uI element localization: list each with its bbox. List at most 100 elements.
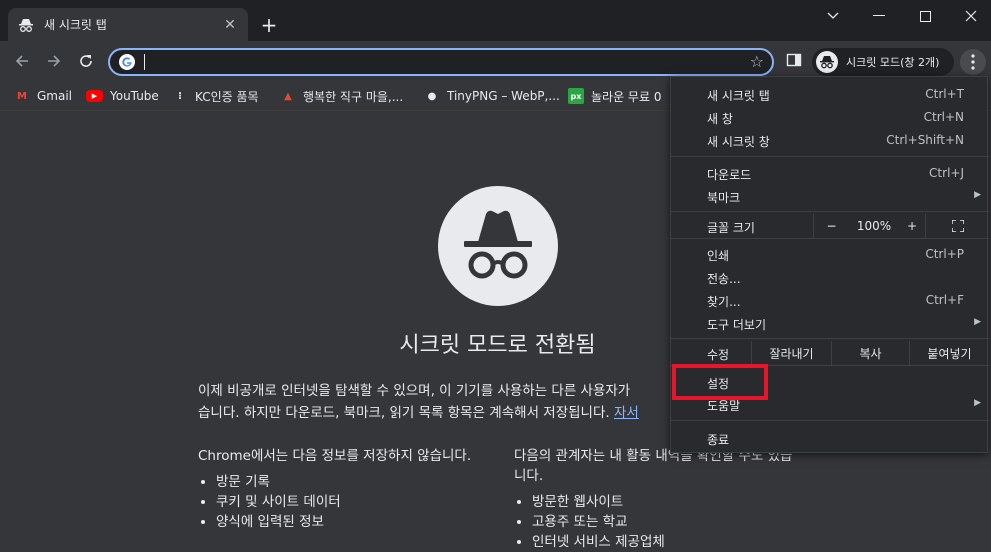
menu-separator bbox=[671, 211, 989, 212]
bookmark-gmail[interactable]: M Gmail bbox=[14, 86, 72, 106]
list-item: 쿠키 및 사이트 데이터 bbox=[216, 492, 478, 512]
page-title: 시크릿 모드로 전환됨 bbox=[399, 333, 596, 358]
intro-line-2: 습니다. 하지만 다운로드, 북마크, 읽기 목록 항목은 계속해서 저장됩니다… bbox=[198, 405, 610, 421]
chrome-menu-button[interactable] bbox=[960, 49, 986, 75]
menu-label: 새 시크릿 탭 bbox=[707, 89, 770, 103]
menu-item-find[interactable]: 찾기... Ctrl+F bbox=[671, 289, 989, 312]
menu-item-new-window[interactable]: 새 창 Ctrl+N bbox=[671, 106, 989, 129]
zoom-level: 100% bbox=[856, 219, 892, 233]
menu-item-print[interactable]: 인쇄 Ctrl+P bbox=[671, 243, 989, 266]
gmail-icon: M bbox=[17, 90, 27, 102]
tab-incognito[interactable]: 새 시크릿 탭 ✕ bbox=[8, 8, 248, 41]
incognito-hero-icon bbox=[438, 186, 558, 306]
bookmark-star-icon[interactable]: ☆ bbox=[750, 52, 764, 71]
list-item: 인터넷 서비스 제공업체 bbox=[532, 532, 794, 552]
fullscreen-icon[interactable] bbox=[925, 214, 989, 238]
menu-shortcut: Ctrl+Shift+N bbox=[886, 133, 964, 147]
jikgu-icon: ▲ bbox=[284, 90, 292, 102]
forward-button[interactable] bbox=[42, 49, 66, 73]
menu-shortcut: Ctrl+P bbox=[925, 247, 964, 261]
zoom-in-button[interactable]: + bbox=[899, 214, 925, 238]
menu-item-new-incognito-window[interactable]: 새 시크릿 창 Ctrl+Shift+N bbox=[671, 129, 989, 152]
menu-item-new-tab[interactable]: 새 시크릿 탭 Ctrl+T bbox=[671, 83, 989, 106]
menu-shortcut: Ctrl+T bbox=[925, 87, 964, 101]
bookmark-label: YouTube bbox=[110, 89, 159, 103]
menu-label: 찾기... bbox=[707, 295, 741, 309]
close-window-button[interactable] bbox=[948, 0, 991, 32]
menu-label: 새 창 bbox=[707, 112, 733, 126]
bookmark-label: 놀라운 무료 0 bbox=[591, 89, 662, 104]
menu-shortcut: Ctrl+J bbox=[929, 166, 964, 180]
list-item: 방문한 웹사이트 bbox=[532, 492, 794, 512]
tab-close-icon[interactable]: ✕ bbox=[222, 17, 238, 33]
back-button[interactable] bbox=[10, 49, 34, 73]
incognito-profile-button[interactable]: 시크릿 모드(창 2개) bbox=[812, 48, 954, 76]
zoom-out-button[interactable]: − bbox=[813, 214, 849, 238]
kebab-menu-icon bbox=[971, 54, 975, 70]
pexels-icon: px bbox=[568, 88, 584, 104]
list-item: 양식에 입력된 정보 bbox=[216, 512, 478, 532]
bookmark-label: Gmail bbox=[37, 89, 73, 103]
bookmark-tinypng[interactable]: ● TinyPNG – WebP,... bbox=[424, 86, 560, 106]
not-saved-column: Chrome에서는 다음 정보를 저장하지 않습니다. 방문 기록 쿠키 및 사… bbox=[198, 446, 478, 532]
menu-label: 새 시크릿 창 bbox=[707, 135, 770, 149]
submenu-arrow-icon: ▶ bbox=[974, 190, 981, 200]
menu-label: 북마크 bbox=[707, 191, 741, 205]
visible-to-column: 다음의 관계자는 내 활동 내역을 확인할 수도 있습니다. 방문한 웹사이트 … bbox=[514, 446, 794, 552]
settings-highlight-box bbox=[672, 364, 768, 400]
menu-shortcut: Ctrl+F bbox=[925, 293, 964, 307]
google-icon bbox=[119, 54, 135, 70]
menu-separator bbox=[671, 338, 989, 339]
forward-arrow-icon bbox=[48, 55, 61, 67]
menu-edit-row: 수정 잘라내기 복사 붙여넣기 bbox=[671, 341, 989, 365]
toolbar: ☆ 시크릿 모드(창 2개) bbox=[0, 41, 991, 81]
list-item: 고용주 또는 학교 bbox=[532, 512, 794, 532]
menu-label: 전송... bbox=[707, 272, 741, 286]
bookmark-youtube[interactable]: ▶ YouTube bbox=[86, 86, 159, 106]
new-tab-button[interactable]: + bbox=[258, 15, 280, 37]
learn-more-link[interactable]: 자서 bbox=[614, 405, 639, 421]
intro-text: 이제 비공개로 인터넷을 탐색할 수 있으며, 이 기기를 사용하는 다른 사용… bbox=[198, 380, 678, 424]
not-saved-heading: Chrome에서는 다음 정보를 저장하지 않습니다. bbox=[198, 448, 472, 464]
youtube-icon: ▶ bbox=[86, 90, 103, 102]
menu-label: 수정 bbox=[707, 348, 730, 362]
bookmark-pexels[interactable]: px 놀라운 무료 0 bbox=[568, 86, 661, 106]
text-cursor bbox=[144, 54, 145, 70]
bookmark-kc[interactable]: ⁝ KC인증 품목 bbox=[172, 86, 258, 106]
menu-label: 인쇄 bbox=[707, 249, 730, 263]
menu-item-downloads[interactable]: 다운로드 Ctrl+J bbox=[671, 162, 989, 185]
tab-search-icon[interactable] bbox=[810, 0, 856, 32]
incognito-avatar-icon bbox=[816, 51, 838, 73]
intro-line-1: 이제 비공개로 인터넷을 탐색할 수 있으며, 이 기기를 사용하는 다른 사용… bbox=[198, 383, 631, 399]
submenu-arrow-icon: ▶ bbox=[974, 398, 981, 408]
back-arrow-icon bbox=[15, 55, 28, 67]
tab-title: 새 시크릿 탭 bbox=[44, 18, 107, 32]
bookmark-jikgu[interactable]: ▲ 행복한 직구 마을,... bbox=[280, 86, 403, 106]
panda-icon: ● bbox=[427, 90, 437, 102]
bookmark-label: TinyPNG – WebP,... bbox=[447, 89, 560, 103]
kc-dots-icon: ⁝ bbox=[178, 90, 182, 102]
incognito-icon bbox=[19, 18, 33, 32]
paste-button[interactable]: 붙여넣기 bbox=[909, 341, 989, 365]
menu-item-cast[interactable]: 전송... bbox=[671, 266, 989, 289]
cut-button[interactable]: 잘라내기 bbox=[751, 341, 831, 365]
address-bar[interactable]: ☆ bbox=[108, 48, 774, 76]
menu-label: 다운로드 bbox=[707, 168, 752, 182]
menu-item-exit[interactable]: 종료 bbox=[671, 427, 989, 450]
profile-label: 시크릿 모드(창 2개) bbox=[846, 56, 940, 69]
menu-separator bbox=[671, 156, 989, 157]
menu-item-bookmarks[interactable]: 북마크 ▶ bbox=[671, 185, 989, 208]
reload-button[interactable] bbox=[74, 49, 98, 73]
menu-separator bbox=[671, 420, 989, 421]
menu-separator bbox=[671, 238, 989, 239]
minimize-button[interactable] bbox=[856, 0, 902, 32]
reload-icon bbox=[80, 55, 92, 67]
menu-label: 도구 더보기 bbox=[707, 318, 767, 332]
menu-label: 글꼴 크기 bbox=[707, 221, 755, 235]
maximize-button[interactable] bbox=[902, 0, 948, 32]
menu-item-more-tools[interactable]: 도구 더보기 ▶ bbox=[671, 312, 989, 335]
submenu-arrow-icon: ▶ bbox=[974, 317, 981, 327]
bookmark-label: 행복한 직구 마을,... bbox=[303, 89, 404, 104]
copy-button[interactable]: 복사 bbox=[831, 341, 909, 365]
side-panel-icon[interactable] bbox=[786, 52, 802, 68]
